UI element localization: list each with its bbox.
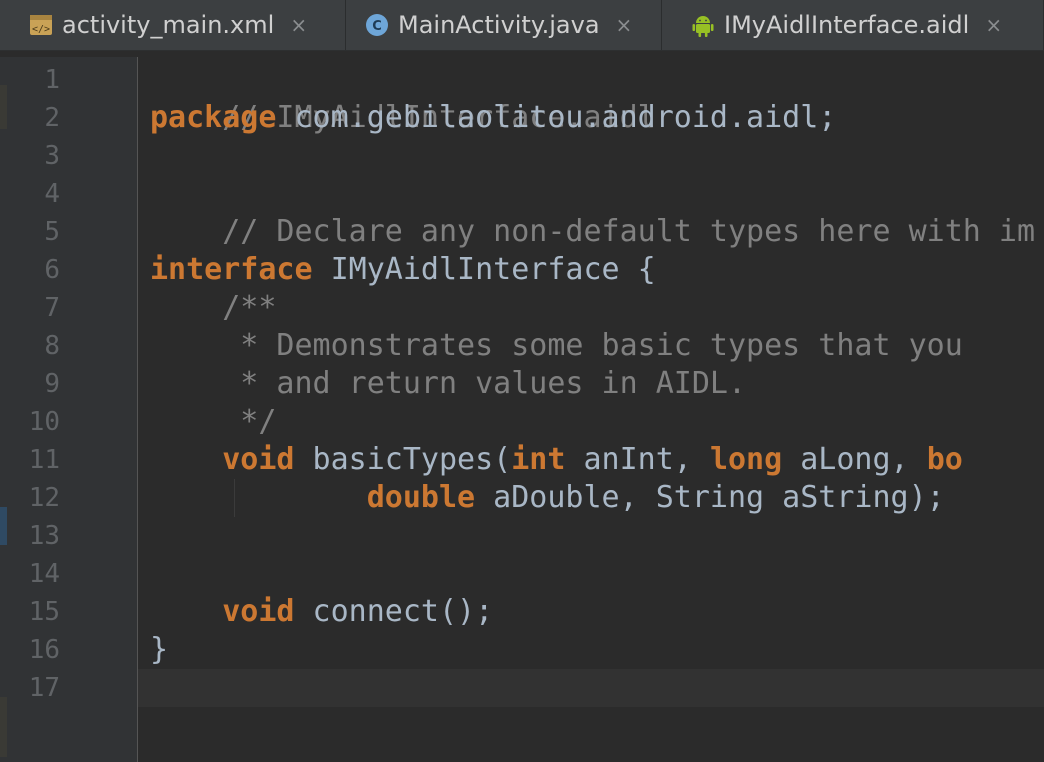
line-number: 14 (28, 559, 60, 589)
method-signature: connect(); (294, 594, 494, 629)
keyword: interface (150, 252, 313, 287)
line-number: 11 (28, 445, 60, 475)
line-number: 16 (28, 635, 60, 665)
keyword: package (150, 100, 277, 135)
method-signature: basicTypes( (294, 442, 512, 477)
line-number: 9 (44, 369, 60, 399)
code-line-2: package com.gebilaolitou.android.aidl; (150, 99, 836, 137)
current-line-highlight (138, 669, 1044, 707)
code-line-12: double aDouble, String aString); (150, 479, 945, 517)
code-line-6: interface IMyAidlInterface { (150, 251, 656, 289)
line-number: 5 (44, 217, 60, 247)
code-line-9: * and return values in AIDL. (150, 366, 747, 401)
tab-imyaidlinterface-aidl[interactable]: IMyAidlInterface.aidl × (662, 0, 1044, 50)
line-number: 2 (44, 103, 60, 133)
editor-tab-bar: </> activity_main.xml × C MainActivity.j… (0, 0, 1044, 51)
line-number: 1 (44, 65, 60, 95)
parameter: aLong, (782, 442, 927, 477)
code-line-7: /** (150, 290, 277, 325)
package-name: com.gebilaolitou.android.aidl; (276, 100, 837, 135)
tab-label: IMyAidlInterface.aidl (724, 11, 970, 39)
code-line-1: // IMyAidlInterface.aidl (150, 61, 655, 135)
svg-text:C: C (372, 19, 382, 34)
code-line-4: // Declare any non-default types here wi… (150, 175, 1035, 249)
line-number: 12 (28, 483, 60, 513)
keyword: double (366, 480, 476, 515)
keyword: void (222, 594, 295, 629)
gutter-marker (0, 507, 7, 545)
tab-mainactivity-java[interactable]: C MainActivity.java × (346, 0, 662, 50)
gutter-marker (0, 85, 7, 129)
parameter: aDouble, (475, 480, 656, 515)
keyword: int (511, 442, 566, 477)
svg-text:</>: </> (32, 24, 50, 35)
code-line-10: */ (150, 404, 277, 439)
interface-declaration: IMyAidlInterface { (312, 252, 656, 287)
line-number: 6 (44, 255, 60, 285)
close-icon[interactable]: × (985, 15, 1002, 35)
line-number-gutter[interactable]: 1 2 3 4 5 6 7 8 9 10 11 12 13 14 15 16 1… (0, 57, 138, 762)
line-number: 7 (44, 293, 60, 323)
android-icon (690, 12, 716, 38)
code-line-16: } (150, 632, 169, 667)
code-line-8: * Demonstrates some basic types that you (150, 328, 963, 363)
comment: // Declare any non-default types here wi… (222, 214, 1036, 249)
parameter: anInt, (565, 442, 710, 477)
type-name: String (655, 480, 765, 515)
java-class-icon: C (364, 12, 390, 38)
keyword: long (709, 442, 783, 477)
close-icon[interactable]: × (290, 15, 307, 35)
line-number: 3 (44, 141, 60, 171)
parameter: aString); (764, 480, 945, 515)
line-number: 10 (28, 407, 60, 437)
close-icon[interactable]: × (616, 15, 633, 35)
tab-label: MainActivity.java (398, 11, 600, 39)
line-number: 8 (44, 331, 60, 361)
code-line-15: void connect(); (150, 593, 493, 631)
line-number: 13 (28, 521, 60, 551)
keyword: void (222, 442, 295, 477)
xml-file-icon: </> (28, 12, 54, 38)
line-number: 4 (44, 179, 60, 209)
tab-activity-main-xml[interactable]: </> activity_main.xml × (0, 0, 346, 50)
gutter-marker (0, 697, 7, 757)
code-editor[interactable]: // IMyAidlInterface.aidl package com.geb… (138, 57, 1044, 762)
keyword: bo (926, 442, 963, 477)
code-line-11: void basicTypes(int anInt, long aLong, b… (150, 441, 963, 479)
line-number: 15 (28, 597, 60, 627)
tab-label: activity_main.xml (62, 11, 275, 39)
line-number: 17 (28, 673, 60, 703)
